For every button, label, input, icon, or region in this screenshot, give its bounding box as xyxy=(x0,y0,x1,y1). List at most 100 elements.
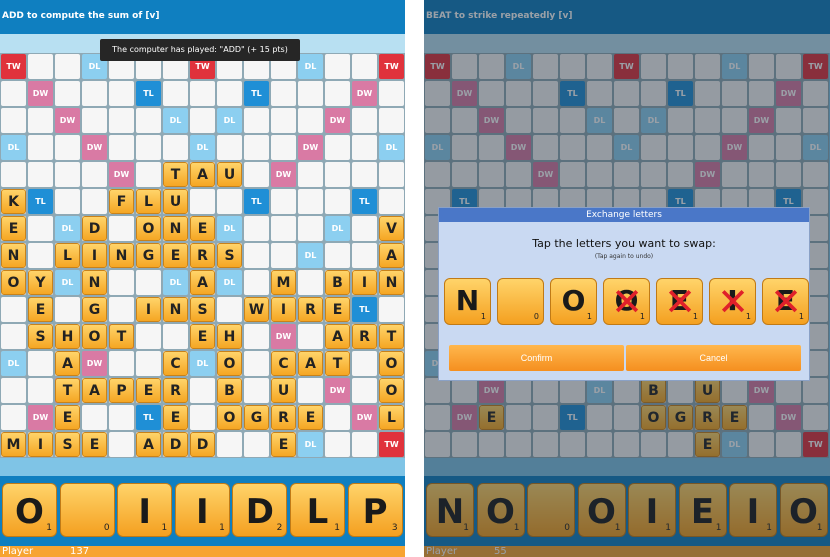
board-square[interactable] xyxy=(325,162,350,187)
premium-square-dl[interactable]: DL xyxy=(163,108,188,133)
board-square[interactable] xyxy=(298,81,323,106)
board-square[interactable] xyxy=(244,216,269,241)
board-square[interactable] xyxy=(190,405,215,430)
board-square[interactable] xyxy=(217,297,242,322)
board-square[interactable] xyxy=(55,189,80,214)
board-square[interactable] xyxy=(190,189,215,214)
board-square[interactable] xyxy=(55,297,80,322)
board-square[interactable] xyxy=(379,108,404,133)
board-square[interactable] xyxy=(244,324,269,349)
premium-square-dw[interactable]: DW xyxy=(271,162,296,187)
premium-square-dl[interactable]: DL xyxy=(55,270,80,295)
board-square[interactable] xyxy=(109,351,134,376)
board-square[interactable] xyxy=(217,432,242,457)
board-square[interactable] xyxy=(28,108,53,133)
board-square[interactable] xyxy=(55,162,80,187)
board-square[interactable] xyxy=(217,135,242,160)
board-square[interactable] xyxy=(352,378,377,403)
rack-tile[interactable]: D2 xyxy=(232,483,288,537)
board-square[interactable] xyxy=(1,378,26,403)
premium-square-dl[interactable]: DL xyxy=(190,135,215,160)
board-square[interactable] xyxy=(325,135,350,160)
premium-square-dw[interactable]: DW xyxy=(325,378,350,403)
premium-square-dl[interactable]: DL xyxy=(217,270,242,295)
board-square[interactable] xyxy=(352,108,377,133)
board-square[interactable] xyxy=(271,135,296,160)
board-square[interactable] xyxy=(55,54,80,79)
board-square[interactable] xyxy=(28,54,53,79)
board-square[interactable] xyxy=(1,297,26,322)
premium-square-dw[interactable]: DW xyxy=(55,108,80,133)
board-square[interactable] xyxy=(109,216,134,241)
premium-square-dw[interactable]: DW xyxy=(28,405,53,430)
board-square[interactable] xyxy=(352,351,377,376)
premium-square-tl[interactable]: TL xyxy=(352,297,377,322)
board-square[interactable] xyxy=(325,54,350,79)
board-square[interactable] xyxy=(352,54,377,79)
board-square[interactable] xyxy=(109,432,134,457)
rack-tile[interactable]: 0 xyxy=(59,483,115,537)
board-square[interactable] xyxy=(109,108,134,133)
rack-tile[interactable]: L1 xyxy=(290,483,345,537)
board-square[interactable] xyxy=(325,405,350,430)
board-square[interactable] xyxy=(298,270,323,295)
board-square[interactable] xyxy=(109,405,134,430)
board-square[interactable] xyxy=(55,135,80,160)
board-square[interactable] xyxy=(28,162,53,187)
game-board[interactable]: TW DL TW DL TW DW TL TL DW DW DL DL DW DL DW DL DW DL DW DW… xyxy=(0,53,405,458)
premium-square-tl[interactable]: TL xyxy=(244,81,269,106)
board-square[interactable] xyxy=(271,81,296,106)
exchange-tile-selected[interactable]: I 1 ✕ xyxy=(709,278,756,325)
board-square[interactable] xyxy=(1,81,26,106)
letter-rack[interactable]: O10I1I1D2L1P3 xyxy=(0,476,405,546)
premium-square-tl[interactable]: TL xyxy=(352,189,377,214)
board-square[interactable] xyxy=(298,162,323,187)
board-square[interactable] xyxy=(271,216,296,241)
board-square[interactable] xyxy=(109,81,134,106)
premium-square-dw[interactable]: DW xyxy=(82,351,107,376)
board-square[interactable] xyxy=(325,189,350,214)
board-square[interactable] xyxy=(352,216,377,241)
board-square[interactable] xyxy=(136,324,161,349)
rack-tile[interactable]: O1 xyxy=(2,483,57,537)
board-square[interactable] xyxy=(28,216,53,241)
board-square[interactable] xyxy=(244,243,269,268)
board-square[interactable] xyxy=(1,162,26,187)
board-square[interactable] xyxy=(325,432,350,457)
premium-square-dl[interactable]: DL xyxy=(217,216,242,241)
board-square[interactable] xyxy=(244,432,269,457)
confirm-button[interactable]: Confirm xyxy=(449,345,624,371)
board-square[interactable] xyxy=(163,135,188,160)
board-square[interactable] xyxy=(55,81,80,106)
board-square[interactable] xyxy=(244,270,269,295)
board-square[interactable] xyxy=(244,351,269,376)
board-square[interactable] xyxy=(271,189,296,214)
board-square[interactable] xyxy=(379,81,404,106)
board-square[interactable] xyxy=(298,324,323,349)
premium-square-dw[interactable]: DW xyxy=(28,81,53,106)
board-square[interactable] xyxy=(325,81,350,106)
board-square[interactable] xyxy=(244,378,269,403)
board-square[interactable] xyxy=(298,216,323,241)
board-square[interactable] xyxy=(82,189,107,214)
premium-square-dl[interactable]: DL xyxy=(379,135,404,160)
board-square[interactable] xyxy=(217,189,242,214)
board-square[interactable] xyxy=(217,81,242,106)
exchange-tile-selected[interactable]: O 1 ✕ xyxy=(603,278,650,325)
board-square[interactable] xyxy=(109,297,134,322)
board-square[interactable] xyxy=(82,162,107,187)
rack-tile[interactable]: I1 xyxy=(174,483,230,537)
premium-square-dl[interactable]: DL xyxy=(1,351,26,376)
premium-square-dl[interactable]: DL xyxy=(190,351,215,376)
board-square[interactable] xyxy=(271,108,296,133)
premium-square-dw[interactable]: DW xyxy=(298,135,323,160)
board-square[interactable] xyxy=(136,351,161,376)
board-square[interactable] xyxy=(190,378,215,403)
board-square[interactable] xyxy=(1,324,26,349)
premium-square-dw[interactable]: DW xyxy=(109,162,134,187)
board-square[interactable] xyxy=(82,405,107,430)
premium-square-dl[interactable]: DL xyxy=(298,432,323,457)
board-square[interactable] xyxy=(379,189,404,214)
board-square[interactable] xyxy=(28,135,53,160)
board-square[interactable] xyxy=(109,270,134,295)
